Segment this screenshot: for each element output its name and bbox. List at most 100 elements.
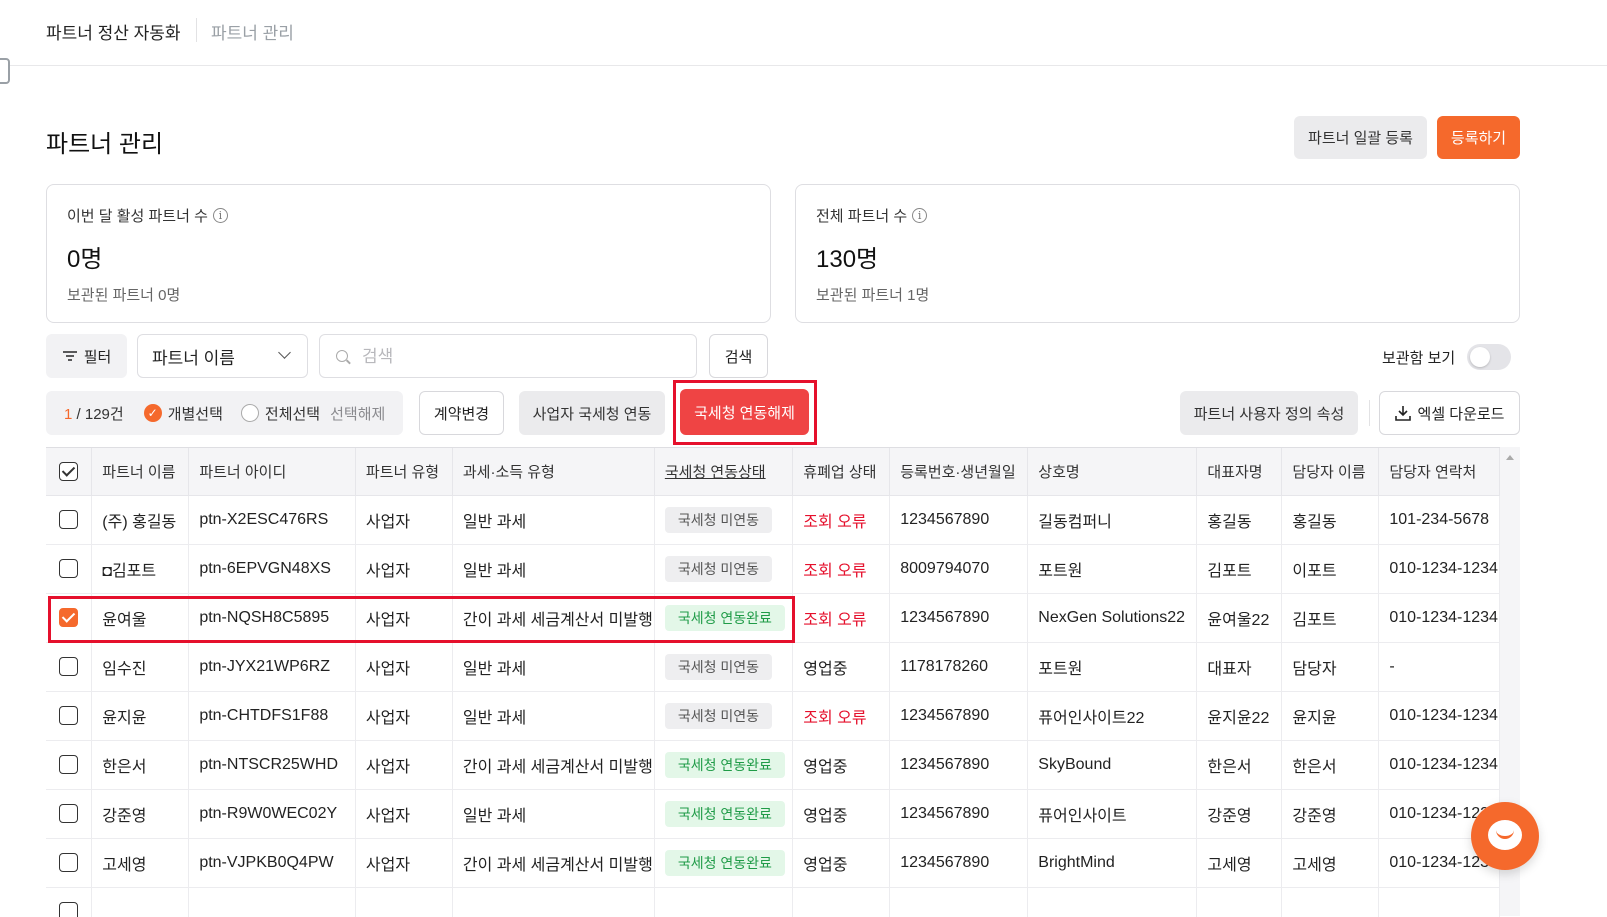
column-header[interactable]: 휴폐업 상태 bbox=[792, 448, 891, 496]
row-checkbox[interactable] bbox=[58, 804, 78, 823]
search-field-value: 파트너 이름 bbox=[152, 348, 235, 368]
highlight-box bbox=[673, 380, 817, 445]
cell-reg: 1234567890 bbox=[889, 838, 1029, 888]
cell-biz: 조회 오류 bbox=[792, 593, 891, 643]
column-header[interactable]: 등록번호·생년월일 bbox=[889, 448, 1029, 496]
cell-id: ptn-JYX21WP6RZ bbox=[188, 642, 356, 692]
nts-status-badge: 국세청 연동완료 bbox=[664, 849, 785, 876]
cell-tax: 일반 과세 bbox=[452, 642, 655, 692]
row-checkbox-cell bbox=[46, 495, 93, 545]
nts-status-badge: 국세청 미연동 bbox=[664, 702, 773, 729]
header-checkbox-cell bbox=[46, 448, 93, 496]
individual-select-option[interactable]: ✓ 개별선택 bbox=[143, 403, 223, 424]
cell-manager: 홍길동 bbox=[1281, 495, 1380, 545]
search-box bbox=[319, 334, 697, 378]
search-input[interactable] bbox=[360, 345, 664, 369]
cell-type: 사업자 bbox=[355, 544, 453, 594]
table-row[interactable]: ◘김포트 ptn-6EPVGN48XS 사업자 일반 과세 국세청 미연동 조회 오류 80… bbox=[46, 544, 1500, 594]
highlight-box bbox=[48, 596, 795, 643]
table-row[interactable]: 한은서 ptn-NTSCR25WHD 사업자 간이 과세 세금계산서 미발행 국세청 연… bbox=[46, 740, 1500, 790]
column-header[interactable]: 대표자명 bbox=[1196, 448, 1283, 496]
table-row[interactable] bbox=[46, 887, 1500, 917]
cell-nts: 국세청 연동완료 bbox=[654, 838, 794, 888]
row-checkbox-cell bbox=[46, 642, 93, 692]
contract-change-button[interactable]: 계약변경 bbox=[419, 391, 504, 435]
cell-ceo: 고세영 bbox=[1196, 838, 1283, 888]
filter-icon bbox=[62, 351, 77, 361]
search-icon bbox=[336, 350, 348, 362]
cell-nts: 국세청 미연동 bbox=[654, 642, 794, 692]
cell-biz: 영업중 bbox=[792, 789, 891, 839]
custom-attributes-button[interactable]: 파트너 사용자 정의 속성 bbox=[1180, 391, 1358, 435]
breadcrumb-divider bbox=[196, 18, 197, 42]
active-partners-label: 이번 달 활성 파트너 수 i bbox=[67, 205, 228, 226]
column-header[interactable]: 국세청 연동상태 bbox=[654, 448, 794, 496]
info-icon[interactable]: i bbox=[212, 208, 228, 223]
cell-manager: 김포트 bbox=[1281, 593, 1380, 643]
breadcrumb-app[interactable]: 파트너 정산 자동화 bbox=[46, 19, 181, 44]
cell-reg: 1234567890 bbox=[889, 740, 1029, 790]
selection-bar: 1 / 129건 ✓ 개별선택 전체선택 선택해제 bbox=[46, 391, 403, 435]
row-checkbox[interactable] bbox=[58, 755, 78, 774]
register-button[interactable]: 등록하기 bbox=[1437, 116, 1520, 159]
row-checkbox-cell bbox=[46, 691, 93, 741]
table-row[interactable]: (주) 홍길동 ptn-X2ESC476RS 사업자 일반 과세 국세청 미연동 조회 오… bbox=[46, 495, 1500, 545]
cell-reg: 1234567890 bbox=[889, 593, 1029, 643]
search-field-select[interactable]: 파트너 이름 bbox=[137, 334, 308, 378]
cell-name: 한은서 bbox=[91, 740, 190, 790]
row-checkbox[interactable] bbox=[58, 510, 78, 529]
cell-phone: 010-1234-1234 bbox=[1378, 593, 1500, 643]
column-header[interactable]: 파트너 이름 bbox=[91, 448, 190, 496]
select-all-option[interactable]: 전체선택 bbox=[240, 403, 320, 424]
chat-button[interactable] bbox=[1471, 802, 1539, 870]
cell-biz: 조회 오류 bbox=[792, 495, 891, 545]
cell-phone: 010-1234-1234 bbox=[1378, 544, 1500, 594]
scroll-up-icon[interactable] bbox=[1506, 455, 1514, 460]
column-header[interactable]: 과세·소득 유형 bbox=[452, 448, 655, 496]
column-header[interactable]: 파트너 아이디 bbox=[188, 448, 356, 496]
cell-tax: 간이 과세 세금계산서 미발행 bbox=[452, 838, 655, 888]
row-checkbox[interactable] bbox=[58, 706, 78, 725]
row-checkbox[interactable] bbox=[58, 559, 78, 578]
row-checkbox[interactable] bbox=[58, 657, 78, 676]
table-row[interactable]: 고세영 ptn-VJPKB0Q4PW 사업자 간이 과세 세금계산서 미발행 국세청 연… bbox=[46, 838, 1500, 888]
cell-name: 고세영 bbox=[91, 838, 190, 888]
cell-manager: 담당자 bbox=[1281, 642, 1380, 692]
filter-button[interactable]: 필터 bbox=[46, 334, 127, 378]
clear-selection-button[interactable]: 선택해제 bbox=[330, 403, 385, 424]
archive-toggle[interactable] bbox=[1467, 344, 1511, 370]
table-row[interactable]: 강준영 ptn-R9W0WEC02Y 사업자 일반 과세 국세청 연동완료 영업중 1234… bbox=[46, 789, 1500, 839]
bulk-register-button[interactable]: 파트너 일괄 등록 bbox=[1294, 116, 1427, 159]
cell-id bbox=[188, 887, 356, 917]
cell-phone: 010-1234-1234 bbox=[1378, 740, 1500, 790]
column-header[interactable]: 파트너 유형 bbox=[355, 448, 453, 496]
info-icon[interactable]: i bbox=[912, 208, 928, 223]
row-checkbox[interactable] bbox=[58, 902, 78, 917]
cell-name: 임수진 bbox=[91, 642, 190, 692]
excel-download-button[interactable]: 엑셀 다운로드 bbox=[1379, 391, 1520, 435]
sidebar-handle-icon[interactable] bbox=[0, 58, 10, 84]
radio-icon bbox=[240, 404, 259, 422]
select-all-checkbox[interactable] bbox=[58, 461, 78, 481]
cell-phone: - bbox=[1378, 642, 1500, 692]
column-header[interactable]: 담당자 연락처 bbox=[1378, 448, 1500, 496]
breadcrumb-current: 파트너 관리 bbox=[211, 24, 294, 43]
table-row[interactable]: 임수진 ptn-JYX21WP6RZ 사업자 일반 과세 국세청 미연동 영업중 11781… bbox=[46, 642, 1500, 692]
row-checkbox[interactable] bbox=[58, 853, 78, 872]
column-header[interactable]: 담당자 이름 bbox=[1281, 448, 1380, 496]
active-archived-count: 보관된 파트너 0명 bbox=[67, 287, 181, 304]
search-button[interactable]: 검색 bbox=[709, 334, 768, 378]
nts-status-badge: 국세청 미연동 bbox=[664, 555, 773, 582]
cell-reg: 8009794070 bbox=[889, 544, 1029, 594]
table-row[interactable]: 윤지윤 ptn-CHTDFS1F88 사업자 일반 과세 국세청 미연동 조회 오류 123… bbox=[46, 691, 1500, 741]
nts-status-badge: 국세청 연동완료 bbox=[664, 800, 785, 827]
cell-tax: 일반 과세 bbox=[452, 495, 655, 545]
cell-manager: 강준영 bbox=[1281, 789, 1380, 839]
cell-biz: 조회 오류 bbox=[792, 691, 891, 741]
cell-nts: 국세청 미연동 bbox=[654, 691, 794, 741]
column-header[interactable]: 상호명 bbox=[1027, 448, 1198, 496]
nts-link-button[interactable]: 사업자 국세청 연동 bbox=[519, 391, 665, 435]
cell-tax: 간이 과세 세금계산서 미발행 bbox=[452, 740, 655, 790]
cell-company: SkyBound bbox=[1027, 740, 1198, 790]
row-checkbox-cell bbox=[46, 544, 93, 594]
